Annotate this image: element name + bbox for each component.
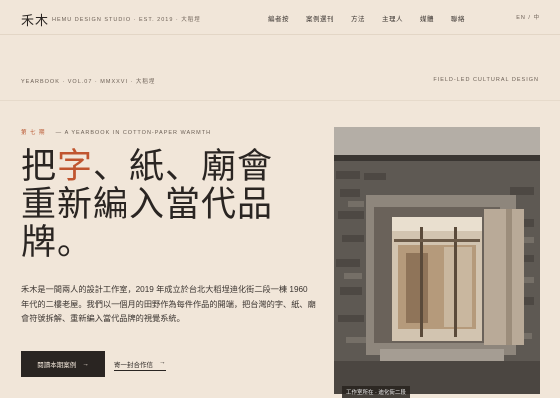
main-nav: 編者按 案例選刊 方法 主理人 媒體 聯絡 (268, 13, 482, 23)
studio-tagline: HEMU DESIGN STUDIO · EST. 2019 · 大稻埕 (52, 17, 201, 23)
title-accent: 字 (57, 147, 94, 187)
nav-media[interactable]: 媒體 (420, 13, 434, 23)
contact-link[interactable]: 寄一封合作信 → (114, 359, 166, 371)
nav-editor-note[interactable]: 編者按 (268, 13, 289, 23)
issue-label: 第 七 期 — A YEARBOOK IN COTTON-PAPER WARMTH (21, 128, 211, 136)
section-divider (0, 100, 560, 101)
read-cases-label: 閱讀本期案例 (37, 362, 77, 369)
studio-photo (334, 127, 540, 394)
nav-founders[interactable]: 主理人 (382, 13, 403, 23)
title-pre: 把 (21, 147, 58, 187)
read-cases-button[interactable]: 閱讀本期案例 → (21, 351, 105, 377)
studio-focus: FIELD-LED CULTURAL DESIGN (433, 77, 539, 83)
language-switcher[interactable]: EN / 中 (516, 13, 540, 21)
title-line1-rest: 、紙、廟會 (93, 147, 274, 187)
intro-paragraph: 禾木是一間兩人的設計工作室，2019 年成立於台北大稻埕迪化街二段一棟 1960… (21, 285, 316, 323)
issue-subtitle: A YEARBOOK IN COTTON-PAPER WARMTH (64, 130, 212, 136)
yearbook-meta: YEARBOOK · VOL.07 · MMXXVI · 大稻埕 (21, 79, 156, 85)
issue-number: 第 七 期 (21, 130, 46, 136)
top-bar: 禾木 HEMU DESIGN STUDIO · EST. 2019 · 大稻埕 … (0, 0, 560, 35)
arrow-right-icon: → (82, 360, 89, 368)
contact-link-label: 寄一封合作信 (114, 362, 153, 369)
photo-caption: 工作室所在 · 迪化街二段 (342, 386, 410, 398)
logo[interactable]: 禾木 (21, 10, 49, 29)
nav-method[interactable]: 方法 (351, 13, 365, 23)
nav-case-selection[interactable]: 案例選刊 (306, 13, 334, 23)
issue-dash: — (55, 130, 65, 136)
page-title: 把字、紙、廟會 重新編入當代品 牌。 (21, 148, 321, 262)
title-line3: 牌。 (21, 223, 94, 263)
arrow-right-icon: → (159, 359, 166, 366)
title-line2: 重新編入當代品 (21, 185, 274, 225)
nav-contact[interactable]: 聯絡 (451, 13, 465, 23)
